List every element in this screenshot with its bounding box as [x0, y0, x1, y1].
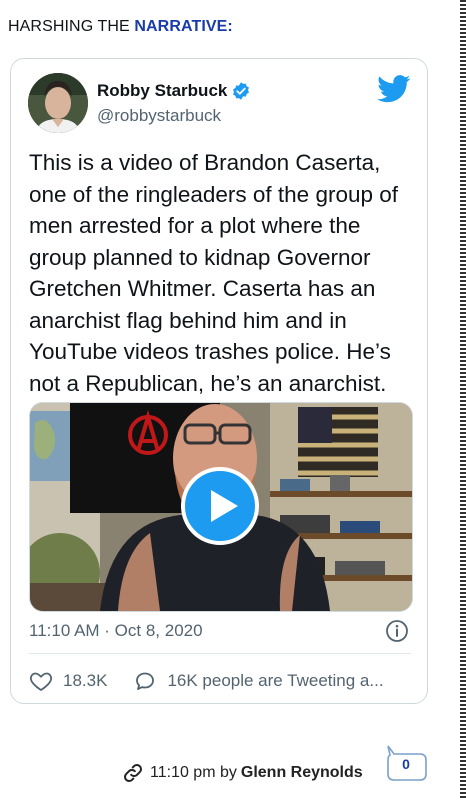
tweet-video[interactable]	[29, 402, 413, 612]
post-heading-text: HARSHING THE	[8, 18, 135, 35]
post-author-link[interactable]: Glenn Reynolds	[241, 764, 363, 782]
tweet-actions: 18.3K 16K people are Tweeting a...	[29, 669, 384, 693]
post-heading: HARSHING THE NARRATIVE:	[8, 18, 233, 36]
post-footer: 11:10 pm by Glenn Reynolds	[122, 762, 363, 784]
page-edge-border	[460, 0, 466, 800]
play-icon[interactable]	[180, 466, 260, 546]
divider	[29, 653, 411, 654]
post-time[interactable]: 11:10 pm by	[150, 764, 237, 782]
tweet-text: This is a video of Brandon Caserta, one …	[29, 150, 399, 396]
info-icon[interactable]	[385, 619, 409, 643]
twitter-bird-icon[interactable]	[377, 75, 411, 103]
tweet-author-name[interactable]: Robby Starbuck	[97, 81, 251, 101]
like-button[interactable]: 18.3K	[29, 669, 107, 693]
avatar[interactable]	[28, 73, 88, 133]
heart-icon	[29, 672, 53, 691]
permalink-icon[interactable]	[122, 762, 144, 784]
speech-bubble-icon	[136, 672, 155, 690]
comment-count[interactable]: 0	[384, 756, 428, 772]
tweet-author-handle[interactable]: @robbystarbuck	[97, 106, 221, 126]
conversation-button[interactable]: 16K people are Tweeting a...	[133, 669, 384, 693]
author-name-text[interactable]: Robby Starbuck	[97, 81, 227, 101]
like-count: 18.3K	[63, 671, 108, 690]
tweeting-count: 16K people are Tweeting a...	[167, 671, 384, 690]
verified-badge-icon	[233, 82, 250, 100]
tweet-timestamp[interactable]: 11:10 AM · Oct 8, 2020	[29, 621, 203, 641]
narrative-link[interactable]: NARRATIVE:	[134, 18, 232, 35]
embedded-tweet[interactable]: Robby Starbuck @robbystarbuck This is a …	[10, 58, 428, 704]
page: HARSHING THE NARRATIVE: Robby Starbuck @…	[0, 0, 466, 800]
